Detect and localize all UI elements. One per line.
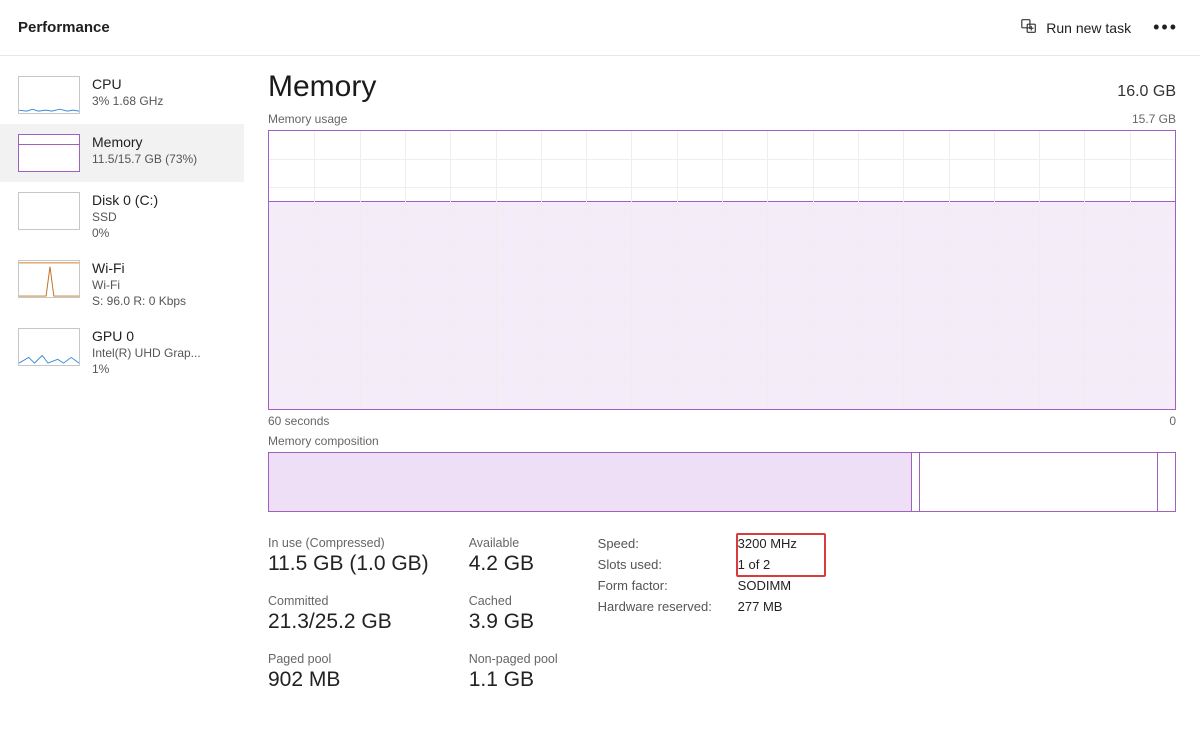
form-factor-label: Form factor:	[598, 578, 738, 593]
more-menu-button[interactable]: •••	[1149, 17, 1182, 38]
composition-reserved	[1157, 453, 1175, 511]
composition-modified	[912, 453, 920, 511]
sidebar-item-label: GPU 0	[92, 328, 201, 344]
nonpaged-label: Non-paged pool	[469, 652, 558, 666]
sidebar-item-label: Wi-Fi	[92, 260, 186, 276]
form-factor-value: SODIMM	[738, 578, 797, 593]
slots-value: 1 of 2	[738, 557, 797, 572]
nonpaged-value: 1.1 GB	[469, 668, 558, 692]
cached-label: Cached	[469, 594, 558, 608]
slots-label: Slots used:	[598, 557, 738, 572]
run-new-task-label: Run new task	[1046, 20, 1131, 36]
sidebar-item-disk0[interactable]: Disk 0 (C:) SSD 0%	[0, 182, 244, 250]
composition-in-use	[269, 453, 912, 511]
sidebar-item-label: Memory	[92, 134, 197, 150]
in-use-label: In use (Compressed)	[268, 536, 429, 550]
x-axis-right: 0	[1169, 414, 1176, 428]
sidebar-item-sub: 11.5/15.7 GB (73%)	[92, 152, 197, 166]
page-title: Performance	[18, 19, 110, 36]
available-label: Available	[469, 536, 558, 550]
x-axis-left: 60 seconds	[268, 414, 329, 428]
speed-label: Speed:	[598, 536, 738, 551]
sidebar-item-sub: Intel(R) UHD Grap...	[92, 346, 201, 360]
paged-value: 902 MB	[268, 668, 429, 692]
sidebar-item-cpu[interactable]: CPU 3% 1.68 GHz	[0, 66, 244, 124]
sidebar-item-label: Disk 0 (C:)	[92, 192, 158, 208]
sidebar-item-sub: SSD	[92, 210, 158, 224]
composition-free	[920, 453, 1157, 511]
usage-chart-label: Memory usage	[268, 112, 347, 126]
sidebar-item-wifi[interactable]: Wi-Fi Wi-Fi S: 96.0 R: 0 Kbps	[0, 250, 244, 318]
run-new-task-button[interactable]: Run new task	[1020, 17, 1131, 38]
sidebar-item-label: CPU	[92, 76, 163, 92]
speed-value: 3200 MHz	[738, 536, 797, 551]
hw-reserved-label: Hardware reserved:	[598, 599, 738, 614]
sidebar-item-memory[interactable]: Memory 11.5/15.7 GB (73%)	[0, 124, 244, 182]
memory-properties: Speed: 3200 MHz Slots used: 1 of 2 Form …	[598, 536, 797, 692]
main-panel: Memory 16.0 GB Memory usage 15.7 GB 60 s…	[244, 56, 1200, 734]
sidebar-item-sub: Wi-Fi	[92, 278, 186, 292]
usage-chart-max: 15.7 GB	[1132, 112, 1176, 126]
sidebar: CPU 3% 1.68 GHz Memory 11.5/15.7 GB (73%…	[0, 56, 244, 734]
memory-total: 16.0 GB	[1117, 83, 1176, 101]
cached-value: 3.9 GB	[469, 610, 558, 634]
disk-sparkline	[18, 192, 80, 230]
topbar-actions: Run new task •••	[1020, 17, 1182, 38]
sidebar-item-sub2: S: 96.0 R: 0 Kbps	[92, 294, 186, 308]
memory-usage-chart	[268, 130, 1176, 410]
topbar: Performance Run new task •••	[0, 0, 1200, 56]
memory-stats: In use (Compressed) 11.5 GB (1.0 GB) Com…	[268, 536, 1176, 692]
sidebar-item-gpu0[interactable]: GPU 0 Intel(R) UHD Grap... 1%	[0, 318, 244, 386]
available-value: 4.2 GB	[469, 552, 558, 576]
paged-label: Paged pool	[268, 652, 429, 666]
run-task-icon	[1020, 17, 1038, 38]
memory-sparkline	[18, 134, 80, 172]
in-use-value: 11.5 GB (1.0 GB)	[268, 552, 429, 576]
sidebar-item-sub2: 0%	[92, 226, 158, 240]
composition-label: Memory composition	[268, 434, 1176, 448]
main-title: Memory	[268, 70, 376, 104]
hw-reserved-value: 277 MB	[738, 599, 797, 614]
committed-value: 21.3/25.2 GB	[268, 610, 429, 634]
cpu-sparkline	[18, 76, 80, 114]
committed-label: Committed	[268, 594, 429, 608]
wifi-sparkline	[18, 260, 80, 298]
gpu-sparkline	[18, 328, 80, 366]
sidebar-item-sub: 3% 1.68 GHz	[92, 94, 163, 108]
sidebar-item-sub2: 1%	[92, 362, 201, 376]
memory-composition-bar	[268, 452, 1176, 512]
